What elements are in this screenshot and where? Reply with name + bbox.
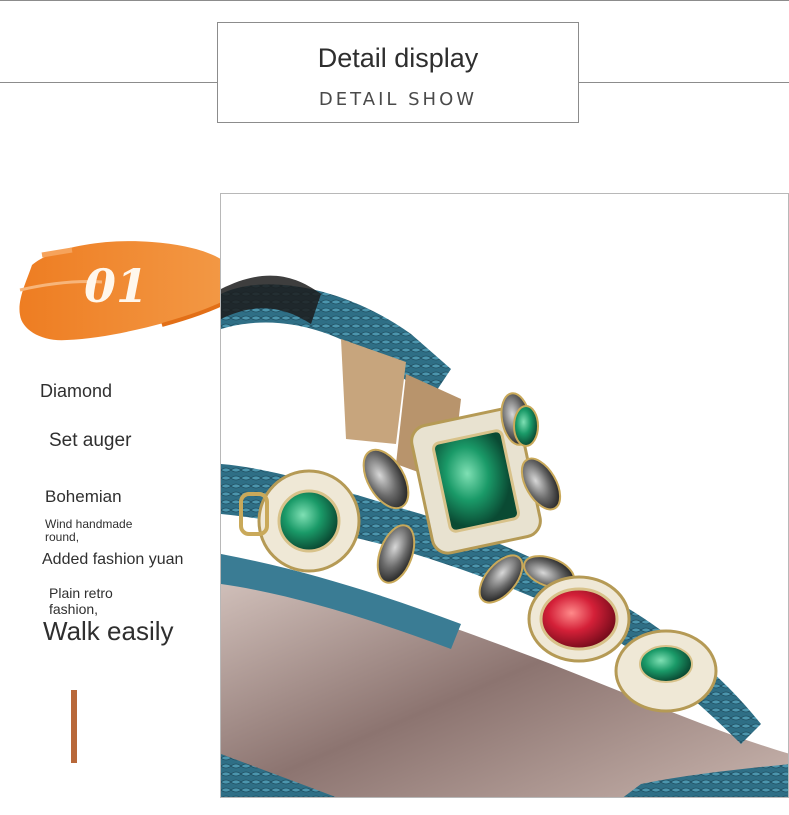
feature-walk-easily: Walk easily (43, 616, 174, 646)
feature-plain-retro-text: Plain retro fashion, (49, 585, 113, 617)
feature-set-auger: Set auger (49, 430, 132, 451)
accent-bar (71, 690, 77, 763)
emerald-gem-round (257, 469, 361, 573)
ruby-gem (527, 575, 631, 663)
feature-wind-handmade-text: Wind handmade round, (45, 517, 133, 544)
feature-bohemian-text: Bohemian nation (45, 487, 122, 506)
right-divider-line (579, 82, 789, 83)
feature-bohemian: Bohemian nation (45, 487, 155, 507)
section-header: Detail display DETAIL SHOW (217, 22, 579, 123)
sandal-illustration (221, 275, 788, 797)
feature-diamond: Diamond (40, 381, 113, 401)
feature-plain-retro: Plain retro fashion, (49, 585, 149, 617)
left-divider-line (0, 82, 217, 83)
product-photo (220, 193, 789, 798)
section-title: Detail display (317, 43, 479, 73)
brush-badge: 01 (19, 241, 239, 341)
feature-wind-handmade: Wind handmade round, (45, 518, 155, 544)
feature-added-fashion: Added fashion yuan (42, 551, 184, 568)
top-border-line (0, 0, 789, 1)
emerald-gem-lower (614, 629, 718, 713)
section-subtitle: DETAIL SHOW (318, 89, 478, 110)
badge-number: 01 (84, 259, 148, 313)
